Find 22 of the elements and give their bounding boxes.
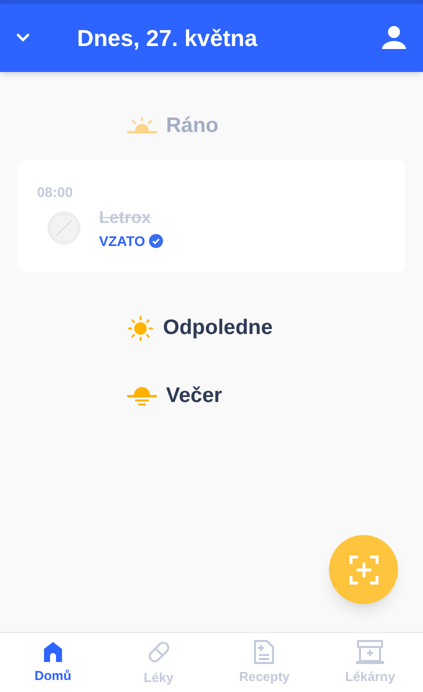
sunset-icon xyxy=(127,386,157,406)
section-title: Večer xyxy=(166,383,222,410)
medication-name: Letrox xyxy=(99,207,151,229)
status-label: VZATO xyxy=(99,232,146,250)
section-title: Odpoledne xyxy=(163,315,273,342)
sunrise-icon xyxy=(127,118,157,134)
nav-tab[interactable]: Lékárny xyxy=(317,633,423,692)
chevron-down-icon[interactable] xyxy=(16,33,32,43)
section-title: Ráno xyxy=(166,113,218,140)
header-title: Dnes, 27. května xyxy=(77,24,258,53)
profile-icon[interactable] xyxy=(381,25,407,51)
sun-icon xyxy=(127,314,154,342)
nav-tab[interactable]: Léky xyxy=(106,633,212,692)
nav-tab[interactable]: Recepty xyxy=(212,633,318,692)
store-icon xyxy=(356,638,384,665)
dose-card[interactable]: 08:00 Letrox VZATO xyxy=(18,160,405,272)
nav-tab[interactable]: Domů xyxy=(0,633,106,692)
scan-plus-icon xyxy=(348,554,378,584)
dose-time: 08:00 xyxy=(37,183,73,202)
check-icon xyxy=(149,234,164,248)
tablet-icon xyxy=(47,211,81,246)
document-icon xyxy=(253,638,276,665)
